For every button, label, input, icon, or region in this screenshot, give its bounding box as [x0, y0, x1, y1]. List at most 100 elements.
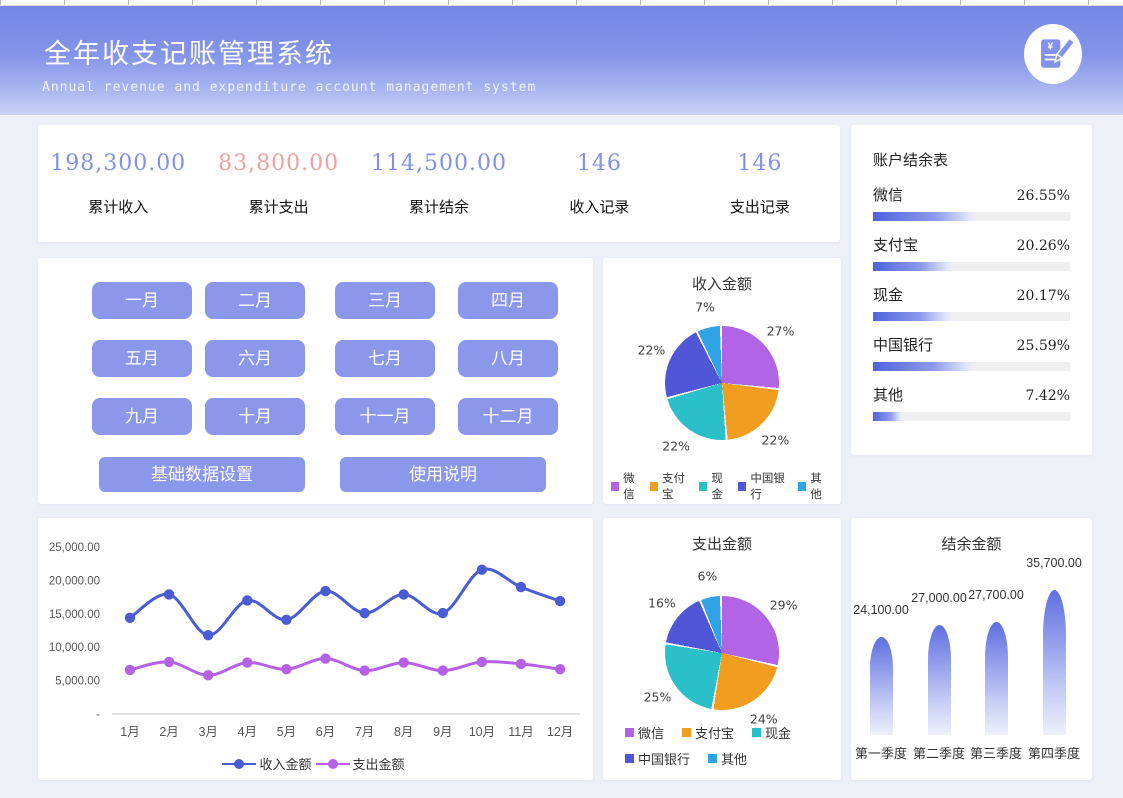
- legend-item-支付宝: 支付宝: [682, 723, 734, 742]
- progress-track: [873, 362, 1070, 371]
- bar-category-label: 第二季度: [913, 743, 965, 762]
- svg-text:11月: 11月: [508, 725, 533, 739]
- svg-text:6月: 6月: [316, 725, 335, 739]
- svg-text:¥: ¥: [1047, 41, 1053, 52]
- stat-label: 支出记录: [680, 196, 840, 217]
- month-button-1[interactable]: 一月: [92, 282, 192, 319]
- month-button-6[interactable]: 六月: [205, 340, 305, 377]
- month-button-9[interactable]: 九月: [92, 398, 192, 435]
- pie-slice-label: 16%: [648, 596, 676, 611]
- legend-item-支付宝: 支付宝: [650, 470, 693, 502]
- stat-value: 198,300.00: [38, 151, 198, 176]
- pie-slice-label: 6%: [697, 569, 717, 584]
- svg-text:2月: 2月: [159, 725, 178, 739]
- dashboard: 全年收支记账管理系统 Annual revenue and expenditur…: [0, 0, 1123, 798]
- bar-value-label: 27,700.00: [961, 588, 1031, 604]
- svg-text:-: -: [96, 709, 100, 721]
- legend-swatch: [738, 482, 746, 491]
- trend-line-card: 25,000.0020,000.0015,000.0010,000.005,00…: [38, 518, 593, 780]
- svg-text:1月: 1月: [120, 725, 139, 739]
- legend-swatch: [611, 482, 619, 491]
- stat-cell-收入记录: 146 收入记录: [519, 151, 679, 217]
- svg-text:10,000.00: 10,000.00: [49, 642, 100, 654]
- pie-legend-income_pie: 微信支付宝现金中国银行其他: [611, 470, 837, 502]
- svg-text:12月: 12月: [547, 725, 573, 739]
- legend-swatch: [798, 482, 806, 491]
- svg-text:5月: 5月: [277, 725, 296, 739]
- progress-fill: [873, 212, 977, 221]
- legend-item-其他: 其他: [798, 470, 831, 502]
- line-legend: 收入金额支出金额: [38, 754, 593, 773]
- svg-text:8月: 8月: [394, 725, 413, 739]
- account-pct: 20.26%: [1017, 238, 1070, 254]
- stat-label: 累计支出: [198, 196, 358, 217]
- stat-cell-支出记录: 146 支出记录: [680, 151, 840, 217]
- page-title: 全年收支记账管理系统: [44, 32, 334, 71]
- svg-text:4月: 4月: [238, 725, 257, 739]
- legend-item-现金: 现金: [699, 470, 732, 502]
- legend-swatch: [708, 754, 717, 763]
- legend-swatch: [625, 728, 634, 737]
- stat-label: 累计结余: [359, 196, 519, 217]
- pie-slice-label: 22%: [638, 342, 666, 357]
- legend-swatch: [625, 754, 634, 763]
- month-button-5[interactable]: 五月: [92, 340, 192, 377]
- line-legend-marker: [222, 759, 256, 769]
- svg-text:7月: 7月: [355, 725, 374, 739]
- month-button-3[interactable]: 三月: [335, 282, 435, 319]
- month-button-2[interactable]: 二月: [205, 282, 305, 319]
- legend-item-微信: 微信: [625, 723, 664, 742]
- account-row: 微信26.55%: [873, 184, 1070, 221]
- trend-line-chart: 25,000.0020,000.0015,000.0010,000.005,00…: [38, 518, 593, 780]
- stat-cell-累计收入: 198,300.00 累计收入: [38, 151, 198, 217]
- month-button-10[interactable]: 十月: [205, 398, 305, 435]
- legend-swatch: [699, 482, 707, 491]
- stat-label: 收入记录: [519, 196, 679, 217]
- account-row: 现金20.17%: [873, 284, 1070, 321]
- help-button[interactable]: 使用说明: [340, 457, 546, 492]
- stat-value: 114,500.00: [359, 151, 519, 176]
- bar-第二季度: [928, 625, 951, 735]
- line-legend-marker: [316, 759, 350, 769]
- account-panel-title: 账户结余表: [873, 149, 1070, 170]
- month-button-8[interactable]: 八月: [458, 340, 558, 377]
- bar-第三季度: [985, 622, 1008, 735]
- quarter-bar-card: 结余金额 24,100.00第一季度27,000.00第二季度27,700.00…: [851, 518, 1092, 780]
- header: 全年收支记账管理系统 Annual revenue and expenditur…: [0, 6, 1123, 115]
- progress-track: [873, 312, 1070, 321]
- stat-value: 146: [519, 151, 679, 176]
- legend-item-支出金额: 支出金额: [316, 754, 405, 773]
- legend-item-中国银行: 中国银行: [738, 470, 792, 502]
- month-button-12[interactable]: 十二月: [458, 398, 558, 435]
- pie-expense_pie: [665, 596, 779, 710]
- svg-text:20,000.00: 20,000.00: [49, 575, 100, 587]
- ledger-pen-icon: ¥: [1024, 24, 1082, 84]
- pie-income_pie: [665, 326, 779, 440]
- stat-value: 83,800.00: [198, 151, 358, 176]
- legend-item-其他: 其他: [708, 749, 747, 768]
- svg-text:5,000.00: 5,000.00: [55, 676, 100, 688]
- account-row: 中国银行25.59%: [873, 334, 1070, 371]
- account-name: 其他: [873, 384, 903, 405]
- expense-pie-card: 支出金额 29%24%25%16%6%微信支付宝现金中国银行其他: [603, 518, 841, 780]
- account-pct: 25.59%: [1017, 338, 1070, 354]
- svg-text:25,000.00: 25,000.00: [49, 542, 100, 554]
- bar-category-label: 第四季度: [1028, 743, 1080, 762]
- month-button-4[interactable]: 四月: [458, 282, 558, 319]
- month-button-11[interactable]: 十一月: [335, 398, 435, 435]
- pie-slice-label: 7%: [695, 299, 715, 314]
- legend-swatch: [752, 728, 761, 737]
- account-pct: 26.55%: [1017, 188, 1070, 204]
- settings-button[interactable]: 基础数据设置: [99, 457, 305, 492]
- month-button-7[interactable]: 七月: [335, 340, 435, 377]
- legend-item-中国银行: 中国银行: [625, 749, 690, 768]
- legend-item-现金: 现金: [752, 723, 791, 742]
- stat-cell-累计支出: 83,800.00 累计支出: [198, 151, 358, 217]
- summary-stats-panel: 198,300.00 累计收入83,800.00 累计支出114,500.00 累计结…: [38, 125, 840, 242]
- stat-label: 累计收入: [38, 196, 198, 217]
- progress-fill: [873, 312, 952, 321]
- stat-value: 146: [680, 151, 840, 176]
- income-pie-card: 收入金额 27%22%22%22%7%微信支付宝现金中国银行其他: [603, 258, 841, 504]
- legend-swatch: [650, 482, 658, 491]
- month-nav-panel: 一月二月三月四月五月六月七月八月九月十月十一月十二月基础数据设置使用说明: [38, 258, 593, 504]
